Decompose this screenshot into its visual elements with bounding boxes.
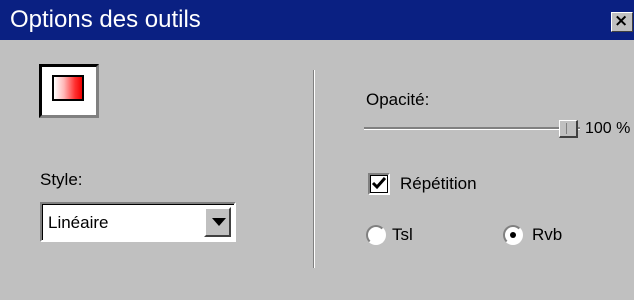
opacity-label: Opacité: — [366, 90, 430, 109]
chevron-down-icon — [212, 218, 226, 226]
checkmark-icon — [371, 177, 387, 190]
style-select-value: Linéaire — [48, 213, 109, 232]
style-label: Style: — [40, 170, 83, 189]
opacity-slider-track[interactable] — [364, 127, 580, 130]
radio-tsl[interactable] — [366, 225, 386, 245]
radio-rvb[interactable] — [503, 225, 523, 245]
repeat-checkbox[interactable] — [368, 173, 390, 195]
repeat-label: Répétition — [400, 174, 477, 193]
opacity-slider-thumb[interactable] — [559, 120, 578, 138]
radio-tsl-label: Tsl — [392, 225, 413, 244]
radio-rvb-label: Rvb — [532, 225, 563, 244]
gradient-swatch-icon — [52, 75, 84, 101]
opacity-value: 100 % — [585, 120, 631, 137]
title-bar[interactable]: Options des outils × — [0, 0, 634, 40]
radio-selected-dot — [510, 232, 516, 238]
style-select[interactable]: Linéaire — [40, 202, 236, 242]
panel-divider — [313, 70, 315, 268]
gradient-swatch-button[interactable] — [38, 63, 100, 119]
close-icon: × — [614, 11, 629, 31]
style-dropdown-button[interactable] — [204, 207, 231, 237]
close-button[interactable]: × — [611, 11, 633, 32]
window-title: Options des outils — [10, 6, 201, 33]
